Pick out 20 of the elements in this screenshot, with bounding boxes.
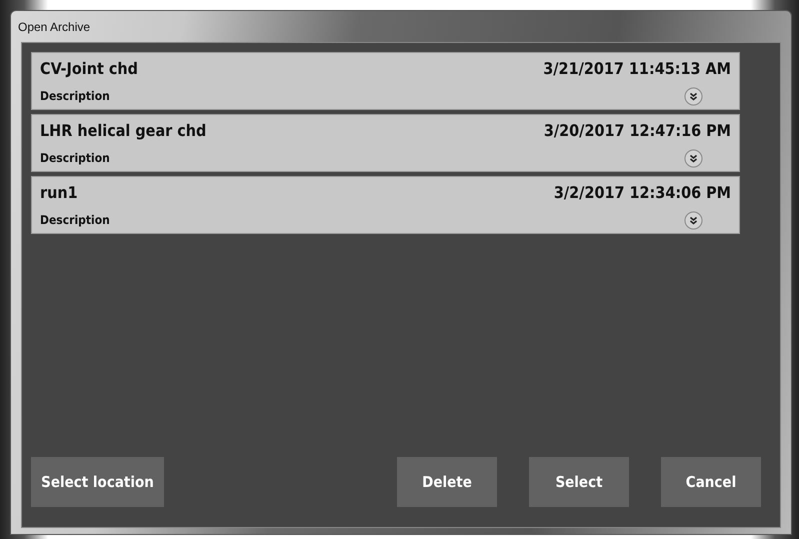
archive-name: CV-Joint chd (40, 58, 138, 78)
description-label: Description (40, 89, 110, 103)
dialog-button[interactable]: Delete (397, 457, 497, 507)
archive-name: run1 (40, 182, 78, 202)
description-label: Description (40, 151, 110, 165)
expand-icon[interactable] (684, 148, 703, 168)
select-location-button[interactable]: Select location (31, 457, 164, 507)
archive-date: 3/21/2017 11:45:13 AM (543, 58, 731, 78)
archive-date: 3/2/2017 12:34:06 PM (554, 182, 731, 202)
archive-item[interactable]: LHR helical gear chd 3/20/2017 12:47:16 PM Description (31, 114, 740, 172)
archive-item[interactable]: CV-Joint chd 3/21/2017 11:45:13 AM Description (31, 52, 740, 110)
dialog-button[interactable]: Cancel (661, 457, 761, 507)
expand-icon[interactable] (684, 210, 703, 230)
archive-item[interactable]: run1 3/2/2017 12:34:06 PM Description (31, 176, 740, 234)
description-label: Description (40, 213, 110, 227)
dialog-button[interactable]: Select (529, 457, 629, 507)
expand-icon[interactable] (684, 86, 703, 106)
archive-date: 3/20/2017 12:47:16 PM (544, 120, 731, 140)
archive-name: LHR helical gear chd (40, 120, 206, 140)
window-title: Open Archive (18, 20, 90, 34)
